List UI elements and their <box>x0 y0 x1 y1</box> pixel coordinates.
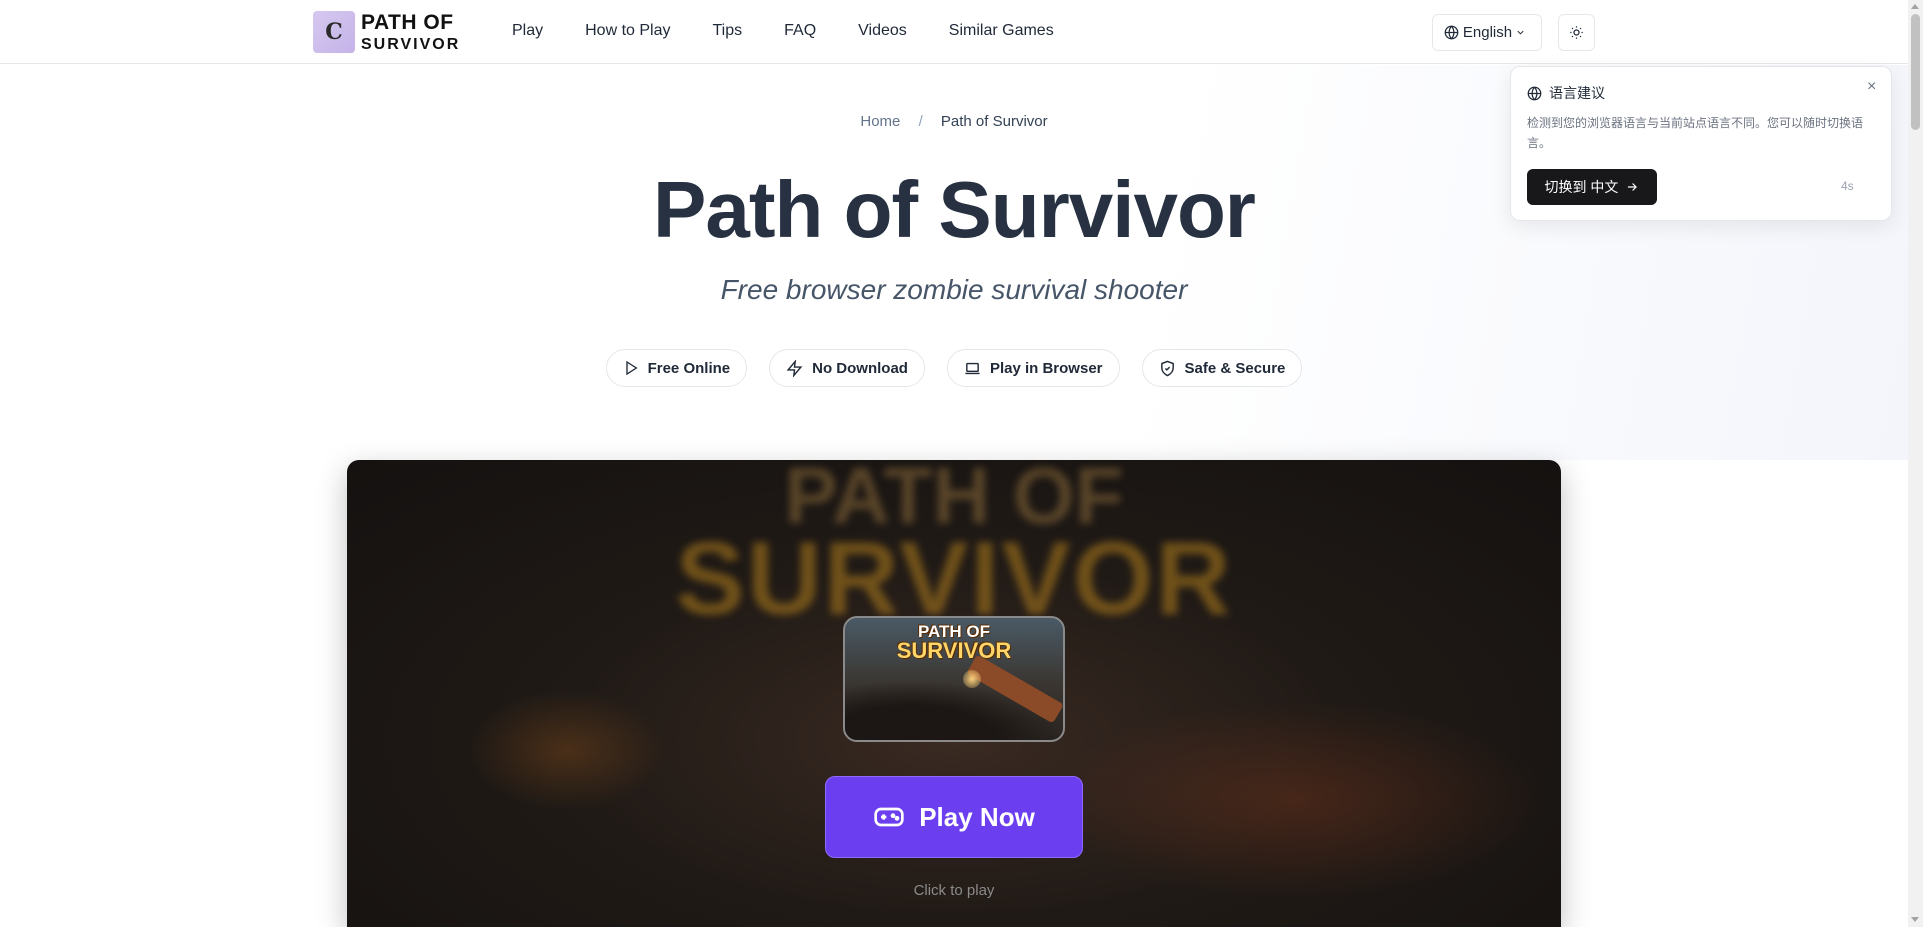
play-icon <box>625 360 638 376</box>
breadcrumb-current: Path of Survivor <box>940 113 1048 130</box>
badge-safe-secure: Safe & Secure <box>1141 349 1303 387</box>
background-haze <box>1047 700 1547 900</box>
close-icon[interactable]: × <box>1867 78 1876 96</box>
switch-language-label: 切换到 中文 <box>1544 179 1619 195</box>
badge-label: Safe & Secure <box>1184 359 1286 377</box>
chevron-down-icon <box>1517 30 1524 35</box>
laptop-icon <box>965 362 980 374</box>
play-now-label: Play Now <box>919 801 1035 832</box>
toast-message: 检测到您的浏览器语言与当前站点语言不同。您可以随时切换语言。 <box>1527 116 1864 150</box>
logo-text: PATH OF SURVIVOR <box>361 12 460 53</box>
muzzle-flash-image <box>963 670 981 688</box>
logo-line-2: SURVIVOR <box>361 35 461 53</box>
thumbnail-title-line-2: SURVIVOR <box>896 638 1012 663</box>
badge-free-online: Free Online <box>605 349 748 387</box>
nav-tips[interactable]: Tips <box>713 22 743 40</box>
globe-icon <box>1444 25 1459 40</box>
breadcrumb-separator: / <box>918 113 923 130</box>
switch-language-button[interactable]: 切换到 中文 <box>1527 169 1657 205</box>
gamepad-icon <box>874 807 904 827</box>
language-label: English <box>1462 24 1513 41</box>
scroll-up-arrow-icon[interactable] <box>1911 4 1919 9</box>
nav-how-to-play[interactable]: How to Play <box>585 22 670 40</box>
logo-mark-letter: C <box>325 19 343 45</box>
nav-similar-games[interactable]: Similar Games <box>949 22 1054 40</box>
game-frame[interactable]: PATH OF SURVIVOR PATH OF SURVIVOR Play N… <box>347 460 1561 927</box>
background-fire-glow <box>467 690 667 810</box>
page-subtitle: Free browser zombie survival shooter <box>720 274 1188 305</box>
badge-label: Free Online <box>647 359 731 377</box>
globe-icon <box>1527 86 1542 100</box>
language-selector[interactable]: English <box>1432 14 1542 51</box>
language-suggestion-toast: 语言建议 × 检测到您的浏览器语言与当前站点语言不同。您可以随时切换语言。 切换… <box>1510 66 1892 221</box>
toast-title: 语言建议 <box>1549 85 1605 101</box>
shield-check-icon <box>1160 360 1174 376</box>
badge-play-in-browser: Play in Browser <box>946 349 1120 387</box>
click-to-play-hint: Click to play <box>913 882 995 899</box>
nav-videos[interactable]: Videos <box>858 22 907 40</box>
toast-header: 语言建议 <box>1527 83 1605 103</box>
nav-faq[interactable]: FAQ <box>784 22 816 40</box>
toast-countdown: 4s <box>1841 179 1854 193</box>
lightning-icon <box>786 359 803 377</box>
nav-play[interactable]: Play <box>512 22 543 40</box>
arrow-right-icon <box>1628 183 1638 191</box>
logo-line-1: PATH OF <box>361 10 454 34</box>
page-scrollbar[interactable] <box>1908 0 1923 927</box>
badge-label: No Download <box>812 359 908 377</box>
feature-badges: Free Online No Download Play in Browser … <box>0 349 1908 387</box>
site-logo[interactable]: C PATH OF SURVIVOR <box>313 11 460 53</box>
site-header: C PATH OF SURVIVOR Play How to Play Tips… <box>0 0 1908 64</box>
main-nav: Play How to Play Tips FAQ Videos Similar… <box>512 22 1096 40</box>
logo-mark: C <box>313 11 355 53</box>
play-now-button[interactable]: Play Now <box>825 776 1083 858</box>
game-thumbnail: PATH OF SURVIVOR <box>843 616 1065 742</box>
scrollbar-thumb[interactable] <box>1911 14 1920 130</box>
badge-no-download: No Download <box>769 349 925 387</box>
sun-icon <box>1570 26 1583 39</box>
breadcrumb-home[interactable]: Home <box>860 113 900 130</box>
badge-label: Play in Browser <box>989 359 1103 377</box>
scroll-down-arrow-icon[interactable] <box>1911 917 1919 922</box>
theme-toggle-button[interactable] <box>1558 14 1595 51</box>
